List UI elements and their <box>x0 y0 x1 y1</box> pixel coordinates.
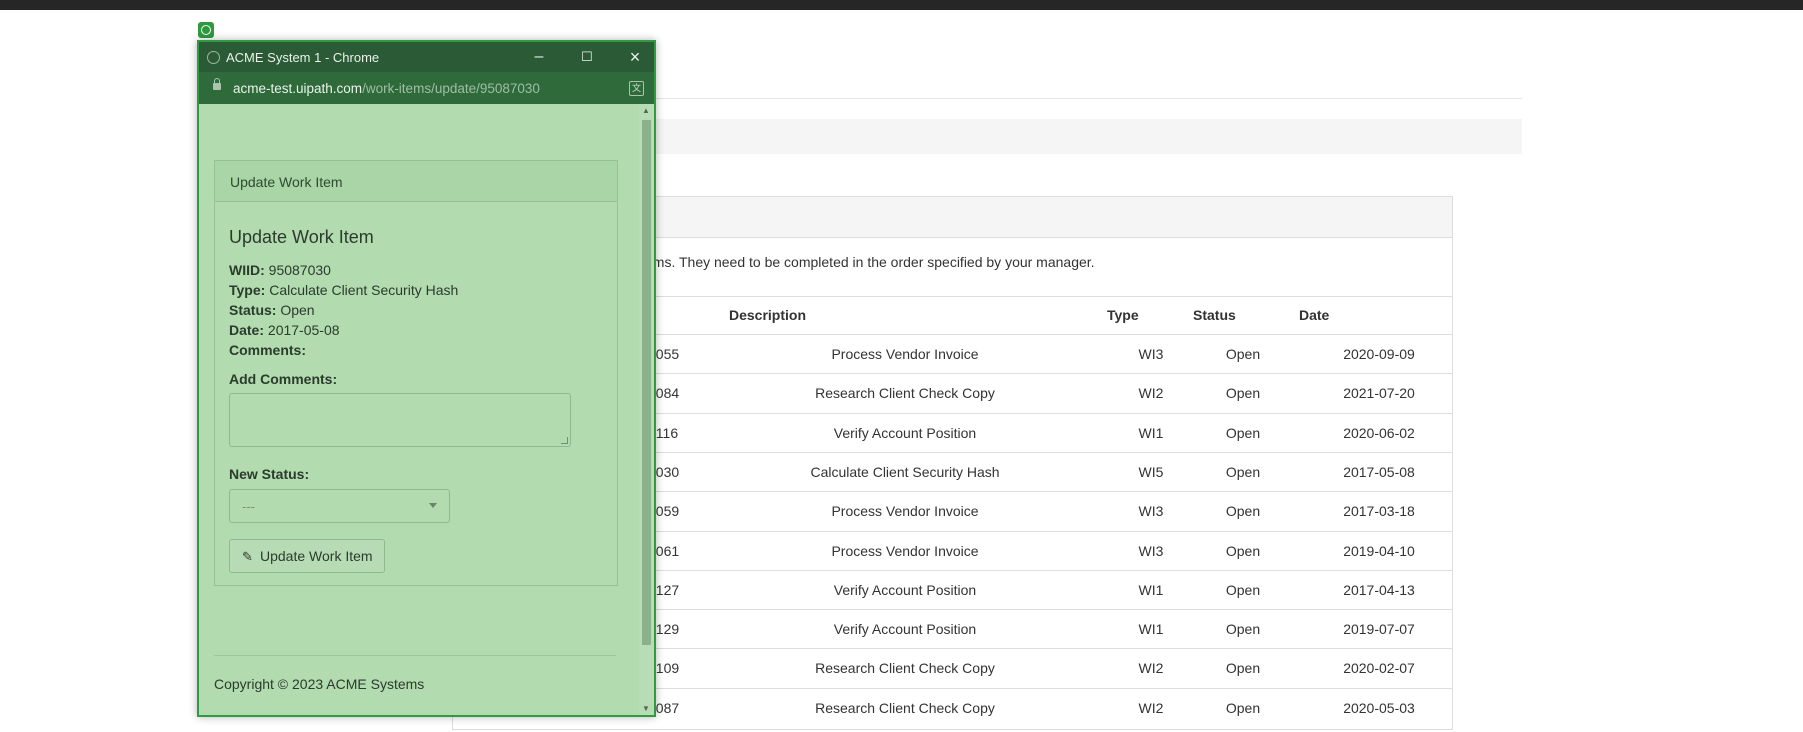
date-cell: 2017-05-08 <box>1343 464 1415 480</box>
date-cell: 2019-04-10 <box>1343 543 1415 559</box>
status-cell: Open <box>1225 621 1261 637</box>
date-cell: 2020-02-07 <box>1343 660 1415 676</box>
date-cell: 2019-07-07 <box>1343 621 1415 637</box>
chrome-popup-window: ACME System 1 - Chrome – ☐ × acme-test.u… <box>197 40 656 717</box>
vertical-scrollbar[interactable]: ▲ ▼ <box>639 104 654 715</box>
window-titlebar[interactable]: ACME System 1 - Chrome – ☐ × <box>199 42 654 72</box>
status-line: Status: Open <box>229 302 315 318</box>
page-title: Update Work Item <box>229 227 374 247</box>
type-line: Type: Calculate Client Security Hash <box>229 282 458 298</box>
status-cell: Open <box>1225 425 1261 441</box>
maximize-icon[interactable]: ☐ <box>572 45 602 69</box>
status-cell: Open <box>1225 700 1261 716</box>
window-handle-icon[interactable] <box>198 22 214 38</box>
type-cell: WI5 <box>1138 464 1164 480</box>
status-cell: Open <box>1225 346 1261 362</box>
top-bar <box>0 0 1803 10</box>
status-cell: Open <box>1225 660 1261 676</box>
add-comments-label: Add Comments: <box>229 371 338 387</box>
status-cell: Open <box>1225 543 1261 559</box>
status-cell: Open <box>1225 464 1261 480</box>
wiid-line: WIID: 95087030 <box>229 262 331 278</box>
footer-divider <box>214 655 616 656</box>
scroll-down-icon[interactable]: ▼ <box>642 704 650 713</box>
new-status-label: New Status: <box>229 466 310 482</box>
new-status-select[interactable]: --- <box>229 489 450 523</box>
type-cell: WI2 <box>1138 700 1164 716</box>
caret-down-icon <box>429 503 437 508</box>
description-cell: Verify Account Position <box>833 621 977 637</box>
description-cell: Research Client Check Copy <box>815 700 995 716</box>
date-line: Date: 2017-05-08 <box>229 322 340 338</box>
date-cell: 2020-09-09 <box>1343 346 1415 362</box>
status-value: Open <box>280 302 315 318</box>
wiid-value: 95087030 <box>268 262 331 278</box>
description-cell: Calculate Client Security Hash <box>810 464 1000 480</box>
description-cell: Research Client Check Copy <box>815 660 995 676</box>
lock-icon <box>213 78 221 90</box>
column-header-type: Type <box>1107 307 1139 323</box>
background-bar <box>650 119 1522 154</box>
date-value: 2017-05-08 <box>267 322 340 338</box>
type-cell: WI1 <box>1138 582 1164 598</box>
work-items-intro-text: ems. They need to be completed in the or… <box>645 254 1095 270</box>
close-icon[interactable]: × <box>620 45 650 69</box>
status-cell: Open <box>1225 503 1261 519</box>
date-label: Date: <box>229 322 265 338</box>
date-cell: 2020-05-03 <box>1343 700 1415 716</box>
wiid-label: WIID: <box>229 262 265 278</box>
column-header-description: Description <box>729 307 807 323</box>
description-cell: Research Client Check Copy <box>815 385 995 401</box>
window-title: ACME System 1 - Chrome <box>226 50 380 65</box>
type-cell: WI3 <box>1138 503 1164 519</box>
description-cell: Process Vendor Invoice <box>831 346 979 362</box>
column-header-date: Date <box>1299 307 1330 323</box>
background-divider <box>650 98 1522 99</box>
card-header-title: Update Work Item <box>230 174 343 190</box>
update-work-item-button[interactable]: ✎ Update Work Item <box>229 539 385 573</box>
column-header-status: Status <box>1193 307 1236 323</box>
url-host: acme-test.uipath.com <box>233 81 363 96</box>
globe-icon <box>207 51 220 64</box>
type-cell: WI3 <box>1138 543 1164 559</box>
update-work-item-button-label: Update Work Item <box>260 548 373 564</box>
date-cell: 2017-03-18 <box>1343 503 1415 519</box>
comments-line: Comments: <box>229 342 306 358</box>
description-cell: Verify Account Position <box>833 582 977 598</box>
description-cell: Process Vendor Invoice <box>831 543 979 559</box>
pencil-icon: ✎ <box>242 549 253 564</box>
type-label: Type: <box>229 282 266 298</box>
type-cell: WI1 <box>1138 621 1164 637</box>
type-cell: WI2 <box>1138 385 1164 401</box>
url-text[interactable]: acme-test.uipath.com/work-items/update/9… <box>233 81 540 96</box>
description-cell: Verify Account Position <box>833 425 977 441</box>
type-cell: WI3 <box>1138 346 1164 362</box>
type-cell: WI2 <box>1138 660 1164 676</box>
url-path: /work-items/update/95087030 <box>362 81 540 96</box>
add-comments-textarea[interactable] <box>229 393 571 447</box>
status-label: Status: <box>229 302 277 318</box>
type-cell: WI1 <box>1138 425 1164 441</box>
scroll-up-icon[interactable]: ▲ <box>642 106 650 115</box>
date-cell: 2021-07-20 <box>1343 385 1415 401</box>
minimize-icon[interactable]: – <box>524 45 554 69</box>
address-bar[interactable]: acme-test.uipath.com/work-items/update/9… <box>199 72 654 104</box>
footer-copyright: Copyright © 2023 ACME Systems <box>214 676 425 692</box>
status-cell: Open <box>1225 582 1261 598</box>
type-value: Calculate Client Security Hash <box>269 282 459 298</box>
new-status-select-value: --- <box>242 499 255 514</box>
comments-label: Comments: <box>229 342 307 358</box>
translate-icon[interactable]: 文 <box>629 81 644 96</box>
status-cell: Open <box>1225 385 1261 401</box>
date-cell: 2017-04-13 <box>1343 582 1415 598</box>
card-header: Update Work Item <box>215 161 617 202</box>
scrollbar-thumb[interactable] <box>642 120 651 645</box>
date-cell: 2020-06-02 <box>1343 425 1415 441</box>
description-cell: Process Vendor Invoice <box>831 503 979 519</box>
